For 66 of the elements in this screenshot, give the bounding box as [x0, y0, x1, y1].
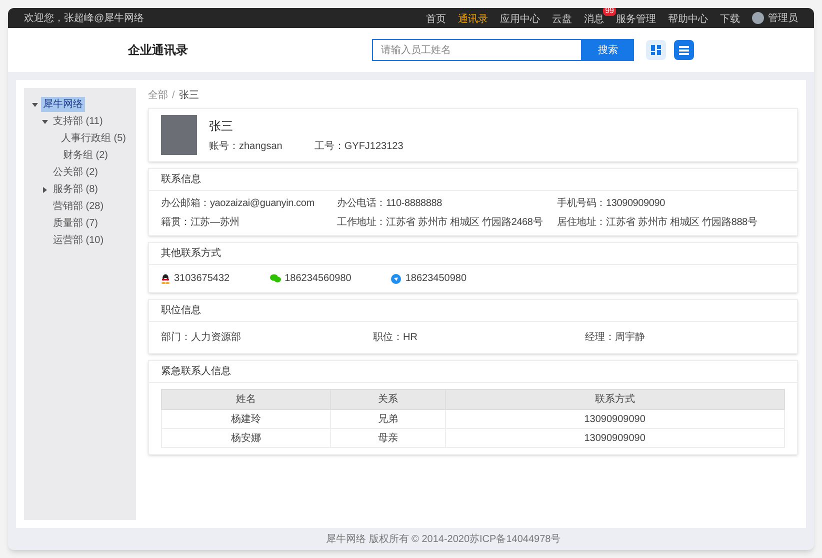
- chat-bubbles-icon: [270, 274, 281, 283]
- contact-field: 办公邮箱：yaozaizai@guanyin.com: [161, 197, 329, 210]
- contact-field: 居住地址：江苏省 苏州市 相城区 竹园路888号: [557, 216, 785, 229]
- column-header: 姓名: [162, 390, 331, 410]
- tree-item[interactable]: 支持部 (11): [51, 114, 105, 129]
- table-cell: 兄弟: [330, 410, 446, 428]
- profile-field: 账号：zhangsan: [209, 138, 282, 154]
- breadcrumb-link[interactable]: 张三: [178, 88, 199, 102]
- grid-view-icon[interactable]: [651, 45, 661, 55]
- nav-link[interactable]: 首页: [426, 14, 446, 25]
- job-field: 经理：周宇静: [585, 330, 785, 345]
- section-title: 联系信息: [161, 172, 201, 187]
- chat-circle-icon: [391, 274, 402, 284]
- user-name[interactable]: 管理员: [768, 10, 798, 26]
- nav-link[interactable]: 通讯录: [458, 14, 488, 25]
- table-cell: 13090909090: [445, 410, 784, 428]
- contact-value: 18623450980: [405, 272, 467, 286]
- tree-item[interactable]: 人事行政组 (5): [59, 131, 128, 146]
- tree-item[interactable]: 财务组 (2): [61, 148, 110, 163]
- nav-link[interactable]: 消息: [584, 14, 604, 25]
- contact-field: 办公电话：110-8888888: [337, 197, 549, 210]
- nav-link[interactable]: 应用中心: [500, 14, 540, 25]
- person-name: 张三: [209, 118, 234, 134]
- welcome-text: 欢迎您，张超峰@犀牛网络: [24, 12, 144, 26]
- section-title: 职位信息: [161, 304, 201, 318]
- tree-item[interactable]: 营销部 (28): [51, 199, 106, 214]
- job-field: 部门：人力资源部: [161, 330, 361, 345]
- search-button[interactable]: 搜索: [582, 39, 634, 61]
- expanded-caret-icon[interactable]: [42, 118, 48, 124]
- tree-item[interactable]: 公关部 (2): [51, 165, 100, 180]
- nav-link[interactable]: 服务管理: [616, 14, 656, 25]
- tree-item[interactable]: 服务部 (8): [51, 182, 100, 197]
- avatar-icon[interactable]: [752, 12, 764, 24]
- table-cell: 13090909090: [445, 428, 784, 448]
- tree-item[interactable]: 运营部 (10): [51, 233, 106, 248]
- profile-field: 工号：GYFJ123123: [314, 138, 404, 154]
- contact-field: 手机号码：13090909090: [557, 197, 785, 210]
- table-cell: 杨安娜: [162, 428, 331, 448]
- list-view-icon[interactable]: [679, 46, 689, 54]
- section-title: 其他联系方式: [161, 246, 221, 261]
- expanded-caret-icon[interactable]: [32, 102, 38, 108]
- section-title: 紧急联系人信息: [161, 364, 231, 379]
- penguin-icon: [161, 274, 170, 284]
- footer-text: 犀牛网络 版权所有 © 2014-2020苏ICP备14044978号: [326, 532, 561, 546]
- tree-item[interactable]: 质量部 (7): [51, 216, 100, 231]
- breadcrumb-separator: /: [172, 88, 175, 102]
- table-cell: 杨建玲: [162, 410, 331, 428]
- grid-view-button[interactable]: [646, 40, 666, 60]
- contact-field: 籍贯：江苏—苏州: [161, 216, 329, 229]
- search-field[interactable]: 请输入员工姓名: [372, 39, 582, 61]
- nav-link[interactable]: 云盘: [552, 14, 572, 25]
- contact-value: 186234560980: [284, 272, 352, 286]
- list-view-button[interactable]: [674, 40, 694, 60]
- tree-item[interactable]: 犀牛网络: [41, 97, 85, 112]
- column-header: 联系方式: [445, 390, 784, 410]
- column-header: 关系: [330, 390, 446, 410]
- photo-placeholder: [161, 115, 197, 155]
- breadcrumb-link[interactable]: 全部: [148, 88, 168, 102]
- contact-field: 工作地址：江苏省 苏州市 相城区 竹园路2468号: [337, 216, 549, 229]
- collapsed-caret-icon[interactable]: [42, 186, 48, 192]
- nav-link[interactable]: 下载: [720, 14, 740, 25]
- contact-value: 3103675432: [174, 272, 230, 286]
- nav-link[interactable]: 帮助中心: [668, 14, 708, 25]
- table-cell: 母亲: [330, 428, 446, 448]
- page-title: 企业通讯录: [128, 42, 188, 59]
- job-field: 职位：HR: [373, 330, 573, 345]
